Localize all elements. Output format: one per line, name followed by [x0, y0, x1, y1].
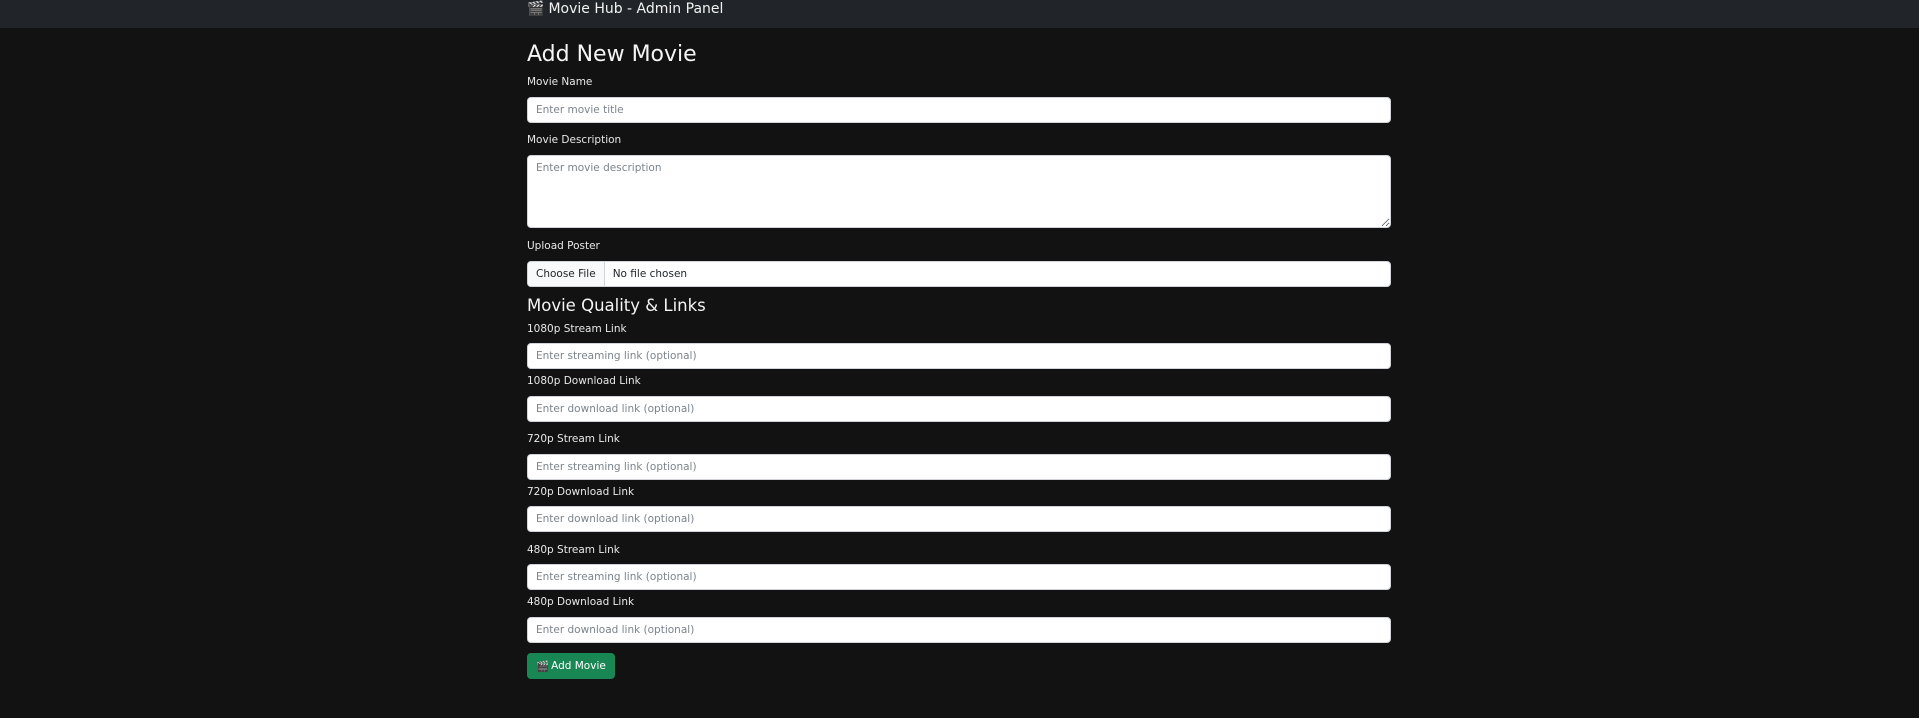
download-480p-input[interactable] [527, 617, 1391, 643]
clapperboard-icon: 🎬 [527, 1, 545, 17]
movie-name-label: Movie Name [527, 76, 593, 88]
upload-poster-label: Upload Poster [527, 240, 600, 252]
navbar-title: Movie Hub - Admin Panel [548, 1, 724, 17]
stream-1080p-label: 1080p Stream Link [527, 323, 627, 335]
choose-file-button[interactable]: Choose File [528, 262, 605, 286]
add-movie-button[interactable]: 🎬 Add Movie [527, 653, 615, 679]
page-title: Add New Movie [527, 42, 697, 67]
download-1080p-input[interactable] [527, 396, 1391, 422]
stream-720p-label: 720p Stream Link [527, 433, 620, 445]
download-1080p-label: 1080p Download Link [527, 375, 641, 387]
stream-720p-input[interactable] [527, 454, 1391, 480]
navbar-brand[interactable]: 🎬 Movie Hub - Admin Panel [527, 0, 723, 18]
stream-1080p-input[interactable] [527, 343, 1391, 369]
movie-description-textarea[interactable] [527, 155, 1391, 228]
movie-description-label: Movie Description [527, 134, 622, 146]
download-480p-label: 480p Download Link [527, 596, 635, 608]
stream-480p-input[interactable] [527, 564, 1391, 590]
poster-file-input[interactable]: Choose File No file chosen [527, 261, 1391, 287]
navbar: 🎬 Movie Hub - Admin Panel [0, 0, 1919, 28]
clapperboard-icon: 🎬 [536, 660, 550, 673]
download-720p-input[interactable] [527, 506, 1391, 532]
quality-section-title: Movie Quality & Links [527, 296, 706, 315]
download-720p-label: 720p Download Link [527, 486, 635, 498]
movie-name-input[interactable] [527, 97, 1391, 123]
stream-480p-label: 480p Stream Link [527, 544, 620, 556]
file-status-text: No file chosen [612, 268, 688, 280]
add-movie-button-label: Add Movie [551, 660, 606, 672]
